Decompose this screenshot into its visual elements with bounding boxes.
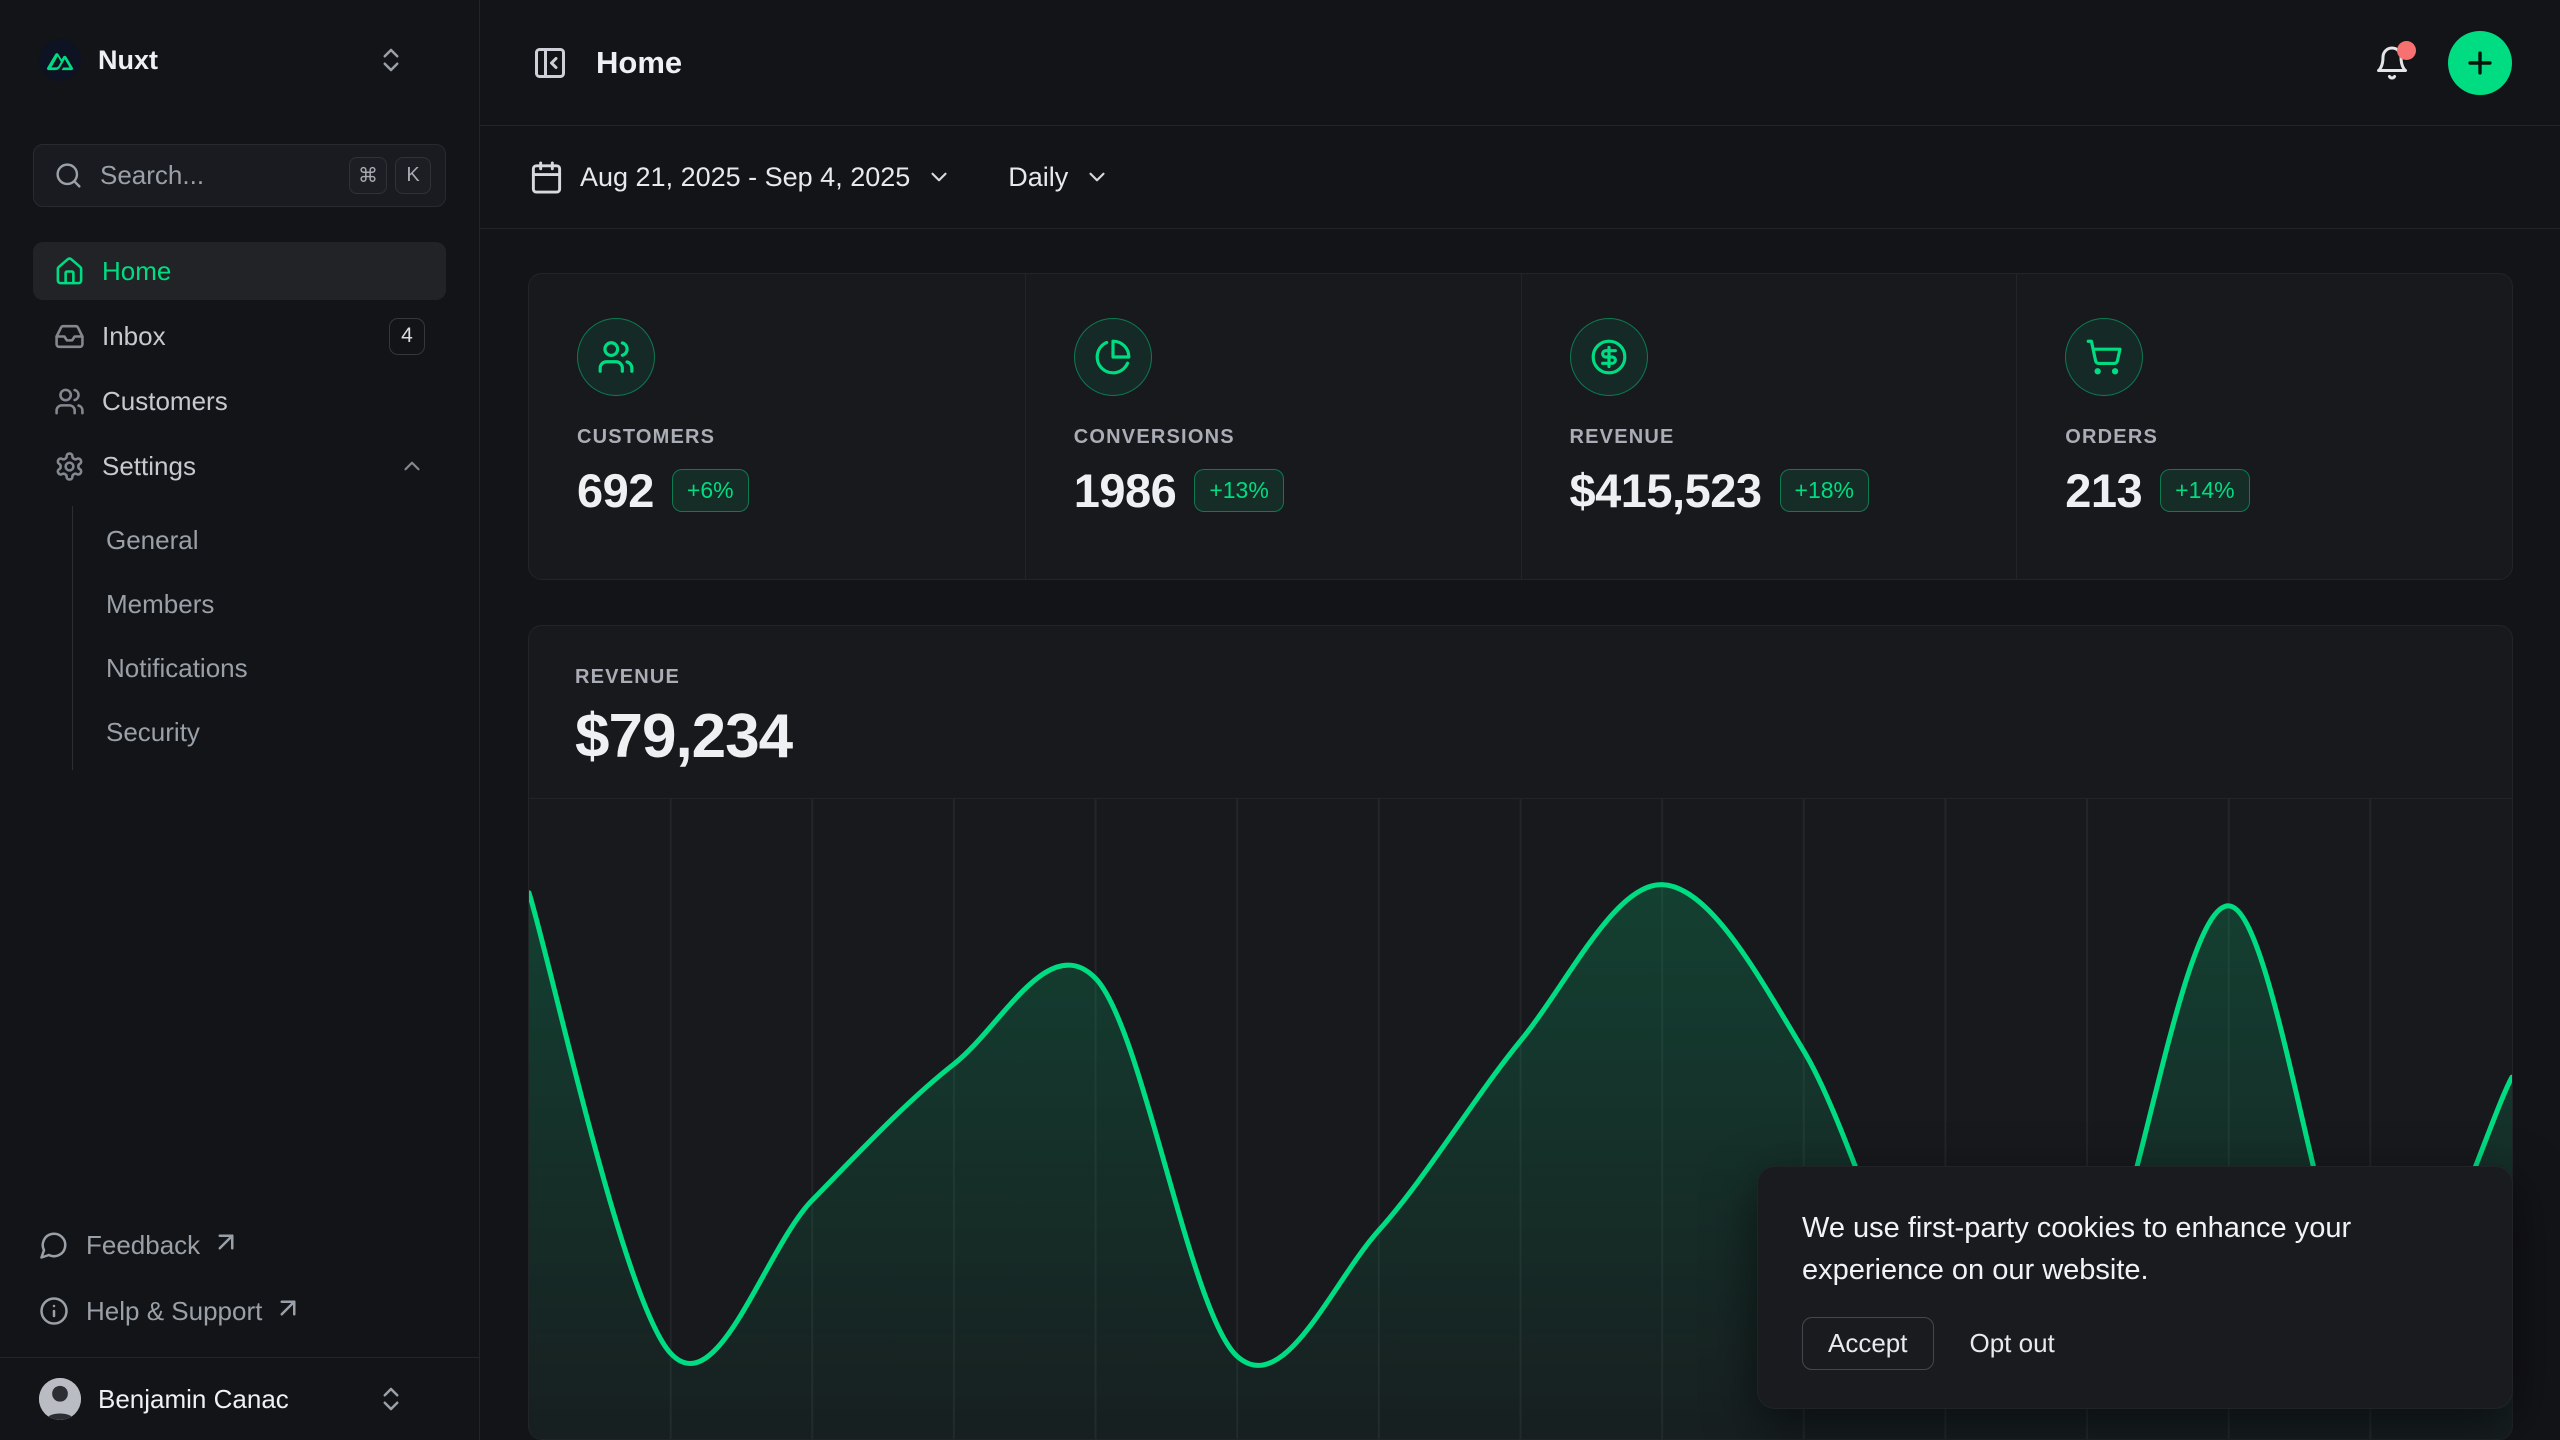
header-actions [2370, 31, 2512, 95]
chevron-up-icon [399, 453, 425, 479]
sidebar-item-general[interactable]: General [106, 508, 446, 572]
inbox-icon [54, 321, 85, 352]
user-avatar [39, 1378, 81, 1420]
sidebar-item-label: Inbox [102, 321, 372, 352]
stat-card-conversions[interactable]: CONVERSIONS 1986 +13% [1025, 274, 1521, 579]
add-button[interactable] [2448, 31, 2512, 95]
plus-icon [2463, 46, 2497, 80]
sidebar-nav: Home Inbox 4 Customers Settings Genera [33, 242, 446, 770]
shopping-cart-icon [2085, 338, 2123, 376]
pie-chart-icon [1094, 338, 1132, 376]
sidebar: Nuxt Search... ⌘ K Home Inbox 4 [0, 0, 480, 1440]
chevron-down-icon [1084, 164, 1110, 190]
kbd-k: K [395, 157, 431, 194]
user-name: Benjamin Canac [98, 1384, 359, 1415]
stat-label: ORDERS [2065, 426, 2464, 449]
sidebar-spacer [33, 770, 446, 1213]
accept-button[interactable]: Accept [1802, 1317, 1934, 1370]
stat-delta-badge: +6% [672, 469, 749, 512]
sidebar-footer: Feedback Help & Support [33, 1213, 446, 1357]
workspace-selector[interactable]: Nuxt [33, 28, 446, 92]
info-circle-icon [39, 1296, 69, 1326]
chevrons-up-down-icon [376, 45, 406, 75]
help-support-label: Help & Support [86, 1296, 262, 1327]
sidebar-item-customers[interactable]: Customers [33, 372, 446, 430]
stat-delta-badge: +18% [1780, 469, 1869, 512]
stat-value: 1986 [1074, 463, 1177, 518]
kbd-cmd: ⌘ [349, 157, 387, 194]
stat-icon-wrap [1570, 318, 1648, 396]
nuxt-logo-icon [39, 39, 81, 81]
stat-value: 692 [577, 463, 654, 518]
stat-card-revenue[interactable]: REVENUE $415,523 +18% [1521, 274, 2017, 579]
sidebar-item-members[interactable]: Members [106, 572, 446, 636]
users-icon [597, 338, 635, 376]
stat-card-customers[interactable]: CUSTOMERS 692 +6% [529, 274, 1025, 579]
date-range-value: Aug 21, 2025 - Sep 4, 2025 [580, 162, 910, 193]
sidebar-item-label: Customers [102, 386, 425, 417]
stat-delta-badge: +14% [2160, 469, 2249, 512]
user-section: Benjamin Canac [0, 1357, 479, 1440]
sidebar-item-security[interactable]: Security [106, 700, 446, 764]
search-placeholder: Search... [100, 160, 332, 191]
stat-label: CONVERSIONS [1074, 426, 1473, 449]
sidebar-item-notifications[interactable]: Notifications [106, 636, 446, 700]
sidebar-item-home[interactable]: Home [33, 242, 446, 300]
cookie-banner: We use first-party cookies to enhance yo… [1757, 1166, 2513, 1409]
filters-toolbar: Aug 21, 2025 - Sep 4, 2025 Daily [480, 126, 2560, 229]
sidebar-item-label: Settings [102, 451, 382, 482]
cookie-message: We use first-party cookies to enhance yo… [1802, 1207, 2442, 1291]
date-range-picker[interactable]: Aug 21, 2025 - Sep 4, 2025 [514, 148, 967, 207]
sidebar-item-inbox[interactable]: Inbox 4 [33, 307, 446, 365]
chevrons-up-down-icon [376, 1384, 406, 1414]
panel-left-close-icon [532, 45, 568, 81]
page-header: Home [480, 0, 2560, 126]
stat-label: CUSTOMERS [577, 426, 977, 449]
external-link-arrow-icon [211, 1227, 241, 1257]
stat-label: REVENUE [1570, 426, 1969, 449]
help-support-link[interactable]: Help & Support [33, 1279, 446, 1343]
message-bubble-icon [39, 1230, 69, 1260]
page-title: Home [596, 45, 682, 81]
workspace-name: Nuxt [98, 45, 359, 76]
circle-dollar-icon [1590, 338, 1628, 376]
stat-value: $415,523 [1570, 463, 1762, 518]
sidebar-collapse-button[interactable] [528, 41, 572, 85]
gear-icon [54, 451, 85, 482]
search-input[interactable]: Search... ⌘ K [33, 144, 446, 207]
external-link-arrow-icon [273, 1293, 303, 1323]
inbox-count-badge: 4 [389, 318, 425, 355]
stat-icon-wrap [2065, 318, 2143, 396]
search-shortcut: ⌘ K [349, 157, 431, 194]
search-icon [54, 161, 83, 190]
stat-delta-badge: +13% [1194, 469, 1283, 512]
notification-dot [2397, 41, 2416, 60]
opt-out-button[interactable]: Opt out [1964, 1318, 2061, 1369]
feedback-label: Feedback [86, 1230, 200, 1261]
stat-icon-wrap [577, 318, 655, 396]
sidebar-item-settings[interactable]: Settings [33, 437, 446, 495]
notifications-button[interactable] [2370, 41, 2414, 85]
stat-value: 213 [2065, 463, 2142, 518]
sidebar-item-label: Home [102, 256, 425, 287]
stat-icon-wrap [1074, 318, 1152, 396]
stat-card-orders[interactable]: ORDERS 213 +14% [2016, 274, 2512, 579]
calendar-icon [529, 160, 564, 195]
settings-subnav: General Members Notifications Security [72, 506, 446, 770]
granularity-value: Daily [1008, 162, 1068, 193]
granularity-select[interactable]: Daily [993, 150, 1125, 205]
feedback-link[interactable]: Feedback [33, 1213, 446, 1277]
revenue-chart-value: $79,234 [575, 701, 2466, 772]
chevron-down-icon [926, 164, 952, 190]
cookie-actions: Accept Opt out [1802, 1317, 2468, 1370]
user-menu[interactable]: Benjamin Canac [33, 1372, 446, 1426]
users-icon [54, 386, 85, 417]
revenue-chart-label: REVENUE [575, 666, 2466, 689]
revenue-chart-header: REVENUE $79,234 [529, 626, 2512, 798]
home-icon [54, 256, 85, 287]
stats-grid: CUSTOMERS 692 +6% CONVERSIONS 1986 +13% [528, 273, 2513, 580]
